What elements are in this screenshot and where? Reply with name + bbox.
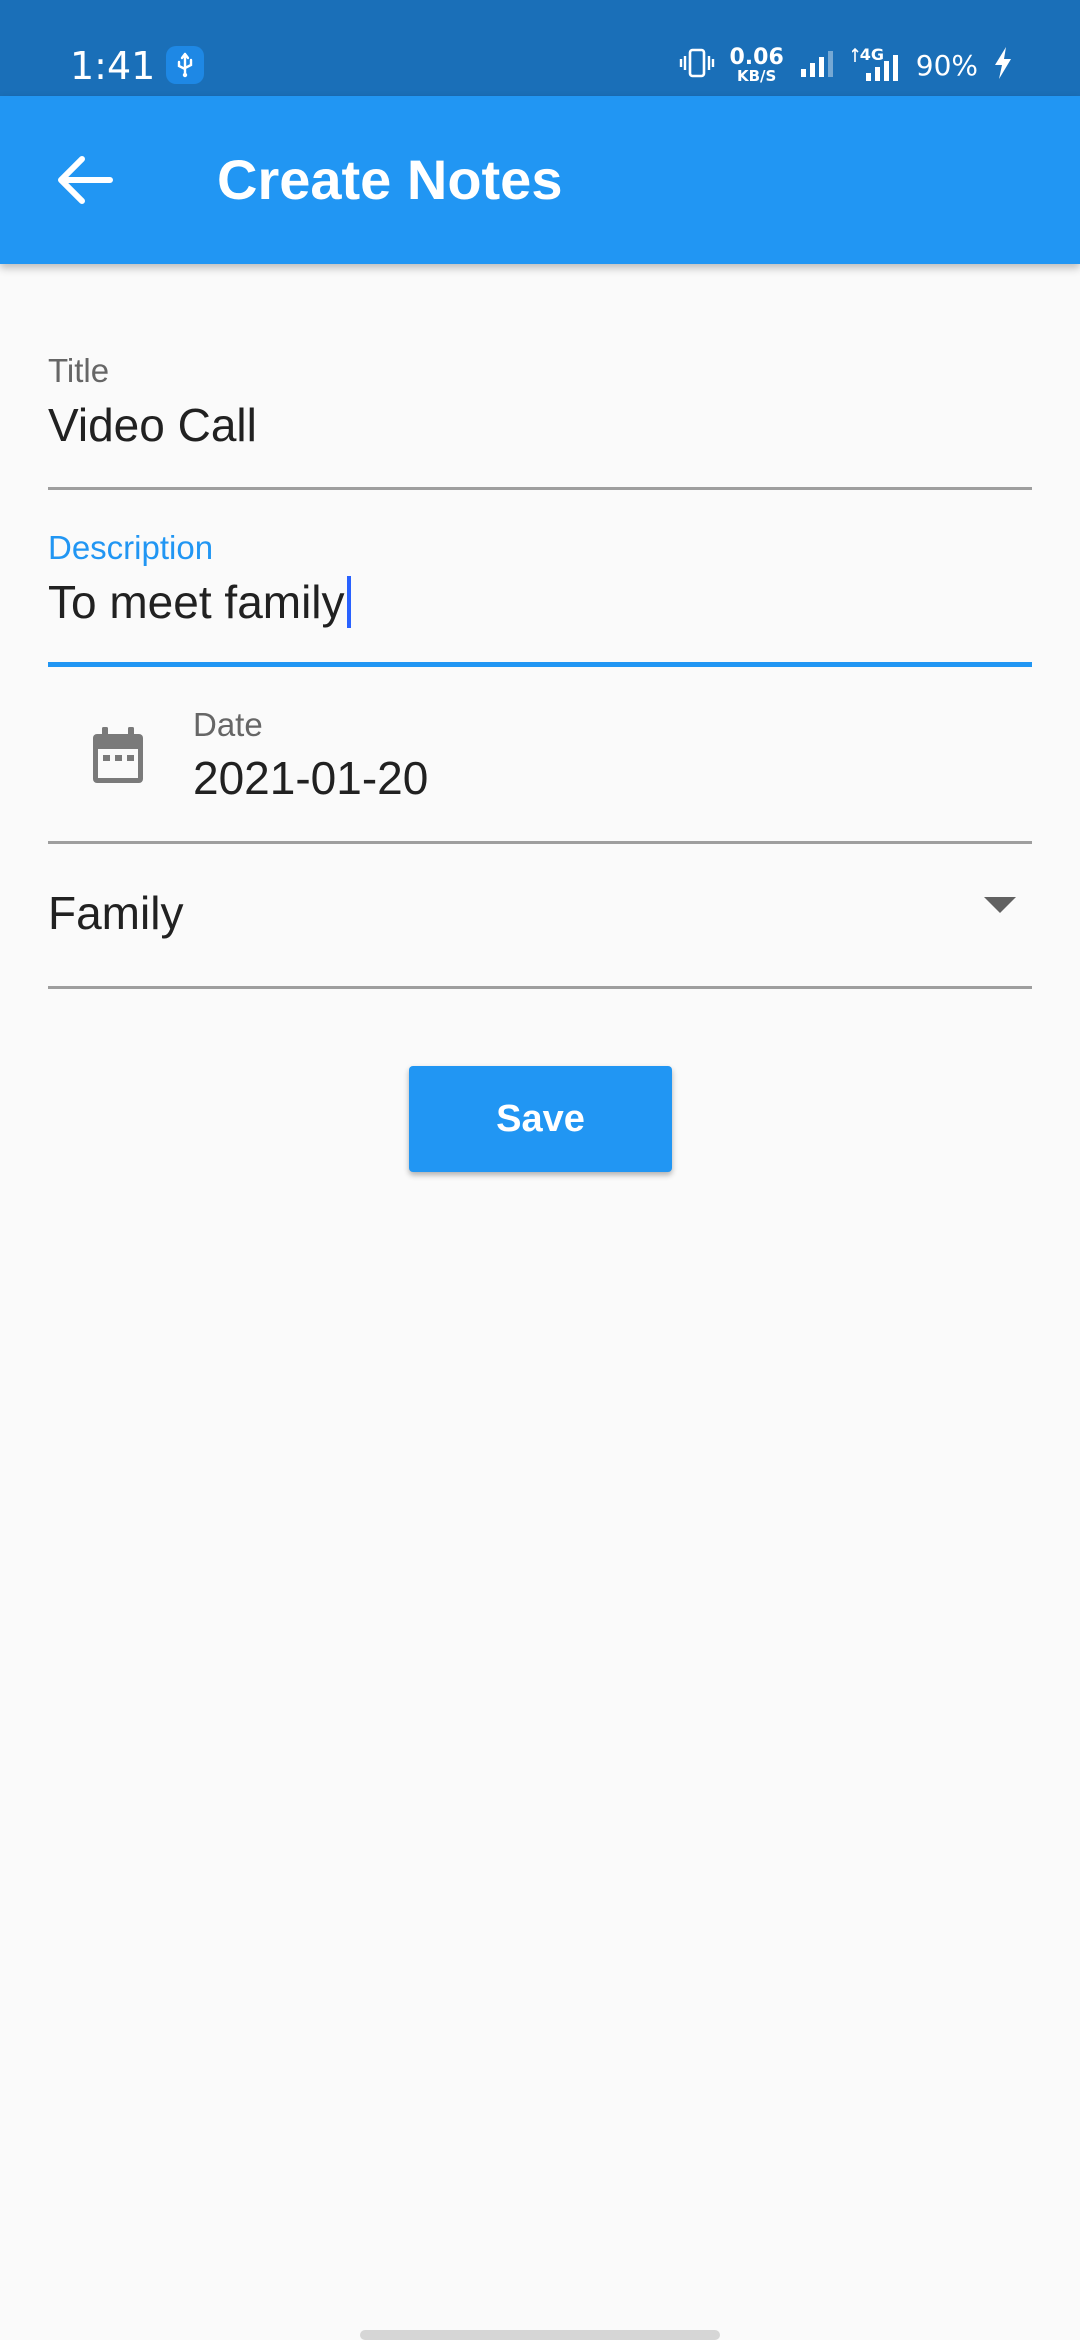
network-speed-value: 0.06 — [729, 44, 784, 70]
title-label: Title — [48, 352, 110, 389]
signal-4g-icon: 4G — [851, 45, 902, 85]
network-speed-unit: KB/S — [736, 66, 777, 85]
vibrate-icon — [679, 45, 715, 86]
title-field[interactable]: Title Video Call — [48, 345, 1032, 490]
description-value: To meet family — [48, 576, 345, 628]
title-input[interactable]: Video Call — [48, 397, 257, 453]
description-label: Description — [48, 529, 214, 566]
charging-bolt-icon — [992, 46, 1014, 85]
status-bar: 1:41 0.06 KB/S 4G 90% — [0, 0, 1080, 96]
network-speed: 0.06 KB/S — [729, 44, 784, 85]
home-indicator[interactable] — [360, 2330, 720, 2340]
arrow-drop-down-icon[interactable] — [984, 897, 1016, 913]
page-title: Create Notes — [217, 148, 563, 211]
signal-icon — [798, 45, 838, 86]
description-field[interactable]: Description To meet family — [48, 522, 1032, 667]
calendar-icon[interactable] — [90, 725, 146, 787]
text-cursor — [346, 576, 351, 628]
date-value[interactable]: 2021-01-20 — [193, 750, 428, 806]
app-bar: Create Notes — [0, 96, 1080, 264]
category-selected-value: Family — [48, 887, 184, 939]
status-indicators: 0.06 KB/S 4G 90% — [679, 40, 1014, 90]
arrow-back-icon — [58, 156, 113, 204]
back-button[interactable] — [42, 136, 130, 224]
status-time: 1:41 — [70, 44, 156, 88]
date-field[interactable]: Date 2021-01-20 — [48, 667, 1032, 844]
save-button[interactable]: Save — [409, 1066, 672, 1172]
description-input[interactable]: To meet family — [48, 574, 351, 630]
category-dropdown[interactable]: Family — [48, 841, 1032, 989]
battery-level: 90% — [915, 48, 978, 82]
date-label: Date — [193, 706, 263, 743]
usb-debug-icon — [166, 46, 204, 84]
